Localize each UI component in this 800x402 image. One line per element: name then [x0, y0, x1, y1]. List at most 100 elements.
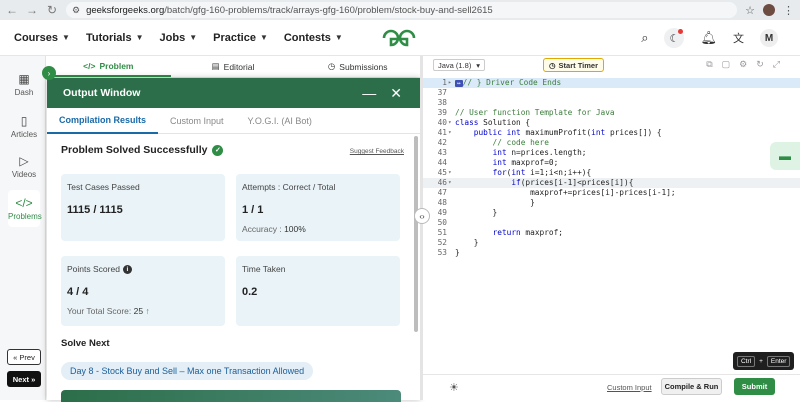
code-line[interactable]: 48 } — [423, 198, 800, 208]
code-text: for(int i=1;i<n;i++){ — [492, 168, 592, 177]
resize-handle-icon[interactable]: ‹› — [414, 208, 430, 224]
submit-button[interactable]: Submit — [734, 378, 775, 395]
rail-label: Videos — [11, 170, 37, 179]
fold-arrow-icon[interactable]: ▾ — [448, 118, 452, 128]
bell-icon[interactable]: 🔔︎ — [700, 30, 717, 46]
tab-submissions[interactable]: ◷ Submissions — [295, 56, 420, 77]
tab-label: Editorial — [223, 61, 255, 72]
code-text: } — [455, 208, 498, 217]
code-line[interactable]: 39 // User function Template for Java — [423, 108, 800, 118]
points-label-row: Points Scored i — [67, 264, 219, 275]
chevron-down-icon: ▼ — [189, 33, 198, 42]
back-icon[interactable]: ← — [6, 3, 18, 17]
language-select[interactable]: Java (1.8) ▾ — [433, 59, 485, 71]
rail-item-dash[interactable]: ▦ Dash — [8, 72, 40, 97]
copy-icon[interactable]: ⧉ — [706, 59, 712, 70]
tab-problem[interactable]: </> Problem — [46, 56, 171, 77]
code-line[interactable]: 38 — [423, 98, 800, 108]
tab-custom-input[interactable]: Custom Input — [158, 108, 236, 134]
settings-icon[interactable]: ⚙ — [739, 59, 747, 70]
translate-icon[interactable]: 文 — [733, 30, 744, 46]
lightbulb-icon[interactable]: ☀ — [449, 381, 459, 394]
tab-label: Problem — [99, 60, 134, 71]
next-button[interactable]: Next » — [7, 371, 41, 387]
line-number: 37 — [437, 88, 447, 97]
search-icon[interactable]: ⌕ — [641, 30, 648, 46]
theme-toggle-button[interactable]: ☾ — [664, 28, 685, 48]
code-line[interactable]: 51 return maxprof; — [423, 228, 800, 238]
code-line[interactable]: 49 } — [423, 208, 800, 218]
code-line[interactable]: 53} — [423, 248, 800, 258]
code-text: } — [455, 198, 535, 207]
code-line[interactable]: 46 ▾ if(prices[i-1]<prices[i]){ — [423, 178, 800, 188]
folded-code-badge[interactable]: ↔ — [455, 80, 463, 87]
code-line[interactable]: 1 ▸ ↔// } Driver Code Ends — [423, 78, 800, 88]
code-icon: </> — [15, 196, 33, 210]
fullscreen-icon[interactable]: ⤢ — [773, 59, 780, 70]
tab-compilation-results[interactable]: Compilation Results — [47, 108, 159, 134]
rail-item-problems[interactable]: </> Problems — [8, 190, 42, 227]
custom-input-link[interactable]: Custom Input — [607, 383, 652, 392]
menu-label: Practice — [213, 31, 256, 44]
reload-icon[interactable]: ↻ — [46, 3, 58, 17]
next-problem-link[interactable]: Day 8 - Stock Buy and Sell – Max one Tra… — [61, 362, 314, 380]
code-line[interactable]: 40 ▾ class Solution { — [423, 118, 800, 128]
site-info-icon[interactable]: ⚙ — [72, 5, 80, 16]
user-avatar[interactable]: M — [760, 29, 778, 47]
address-bar[interactable]: ⚙ geeksforgeeks.org/batch/gfg-160-proble… — [66, 2, 738, 18]
code-line[interactable]: 44 int maxprof=0; — [423, 158, 800, 168]
code-line[interactable]: 47 maxprof+=prices[i]-prices[i-1]; — [423, 188, 800, 198]
browser-profile-avatar[interactable] — [763, 4, 775, 16]
expand-arrow-icon[interactable]: › — [42, 66, 56, 80]
bookmark-star-icon[interactable]: ☆ — [745, 4, 755, 17]
code-line[interactable]: 42 // code here — [423, 138, 800, 148]
fold-arrow-icon[interactable]: ▾ — [448, 128, 452, 138]
file-icon[interactable]: ▢ — [722, 59, 731, 70]
code-text: } — [455, 238, 479, 247]
menu-label: Contests — [283, 31, 331, 44]
start-timer-button[interactable]: ◷ Start Timer — [543, 58, 605, 72]
menu-practice[interactable]: Practice ▼ — [213, 32, 268, 44]
language-value: Java (1.8) — [438, 60, 472, 70]
output-scrollbar[interactable] — [414, 136, 418, 332]
chevron-down-icon: ▼ — [62, 33, 70, 42]
suggest-feedback-link[interactable]: Suggest Feedback — [350, 148, 404, 155]
arrow-up-icon: ↑ — [145, 306, 150, 317]
menu-jobs[interactable]: Jobs ▼ — [160, 32, 198, 44]
chat-icon[interactable]: ▬ — [770, 142, 800, 170]
info-icon[interactable]: i — [122, 265, 132, 275]
reset-icon[interactable]: ↻ — [756, 59, 764, 70]
code-text: class Solution { — [455, 118, 531, 127]
tab-editorial[interactable]: ▤ Editorial — [171, 56, 296, 77]
code-line[interactable]: 43 int n=prices.length; — [423, 148, 800, 158]
rail-item-videos[interactable]: ▷ Videos — [8, 154, 40, 179]
menu-courses[interactable]: Courses ▼ — [14, 32, 70, 44]
menu-tutorials[interactable]: Tutorials ▼ — [86, 32, 144, 44]
minimize-icon[interactable]: — — [362, 85, 376, 102]
code-line[interactable]: 45 ▾ for(int i=1;i<n;i++){ — [423, 168, 800, 178]
tab-yogi-ai-bot[interactable]: Y.O.G.I. (AI Bot) — [236, 108, 324, 134]
rail-item-articles[interactable]: ▯ Articles — [8, 114, 40, 139]
play-icon: ▷ — [19, 154, 29, 168]
menu-contests[interactable]: Contests ▼ — [284, 32, 343, 44]
close-icon[interactable]: ✕ — [390, 85, 402, 102]
prev-button[interactable]: « Prev — [7, 349, 41, 365]
forward-icon[interactable]: → — [26, 3, 38, 17]
attempts-label: Attempts : Correct / Total — [242, 182, 336, 192]
fold-arrow-icon[interactable]: ▸ — [448, 78, 452, 88]
code-editor[interactable]: 1 ▸ ↔// } Driver Code Ends 37 38 39 // User fu… — [423, 74, 800, 374]
code-line[interactable]: 52 } — [423, 238, 800, 248]
line-number: 47 — [437, 188, 447, 197]
fold-arrow-icon[interactable]: ▾ — [448, 178, 452, 188]
line-number: 44 — [437, 158, 447, 167]
compile-run-button[interactable]: Compile & Run — [661, 378, 722, 395]
browser-menu-icon[interactable]: ⋮ — [783, 4, 794, 17]
gfg-logo[interactable] — [380, 27, 418, 49]
fold-arrow-icon[interactable]: ▾ — [448, 168, 452, 178]
next-problem-card[interactable] — [61, 390, 401, 402]
code-line[interactable]: 50 — [423, 218, 800, 228]
code-line[interactable]: 37 — [423, 88, 800, 98]
code-line[interactable]: 41 ▾ public int maximumProfit(int prices[… — [423, 128, 800, 138]
notification-dot — [678, 29, 684, 34]
menu-label: Jobs — [159, 31, 186, 44]
